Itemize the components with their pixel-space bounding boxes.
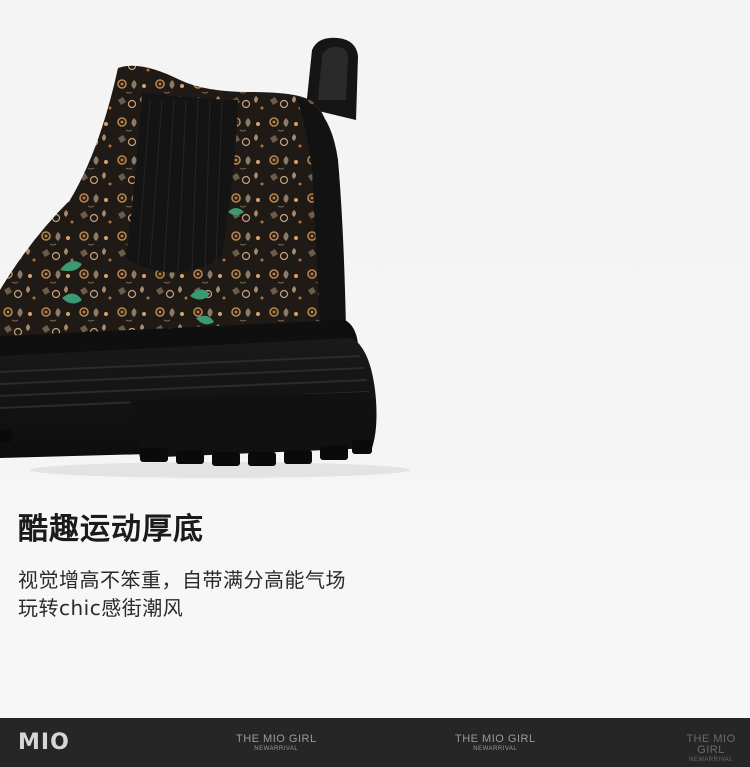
tagline-title: THE MIO GIRL bbox=[236, 733, 317, 745]
boot-illustration bbox=[0, 37, 410, 478]
tagline-subtitle: NEWARRIVAL bbox=[688, 757, 733, 763]
brand-tagline-1: THE MIO GIRL NEWARRIVAL bbox=[236, 733, 317, 753]
brand-logo: MIO bbox=[18, 730, 70, 755]
product-detail-page: 酷趣运动厚底 视觉增高不笨重，自带满分高能气场 玩转chic感街潮风 MIO T… bbox=[0, 0, 750, 767]
tagline-subtitle: NEWARRIVAL bbox=[473, 746, 518, 752]
tagline-title: THE MIO GIRL bbox=[686, 733, 736, 756]
feature-description-line-1: 视觉增高不笨重，自带满分高能气场 bbox=[18, 568, 346, 592]
feature-description-line-2: 玩转chic感街潮风 bbox=[18, 596, 184, 620]
tagline-title: THE MIO GIRL bbox=[455, 733, 536, 745]
brand-footer-bar: MIO THE MIO GIRL NEWARRIVAL THE MIO GIRL… bbox=[0, 718, 750, 767]
brand-tagline-2: THE MIO GIRL NEWARRIVAL bbox=[455, 733, 536, 753]
product-image-boot bbox=[0, 0, 750, 480]
feature-headline: 酷趣运动厚底 bbox=[18, 512, 204, 547]
brand-tagline-3: THE MIO GIRL NEWARRIVAL bbox=[672, 733, 750, 764]
tagline-subtitle: NEWARRIVAL bbox=[254, 746, 299, 752]
